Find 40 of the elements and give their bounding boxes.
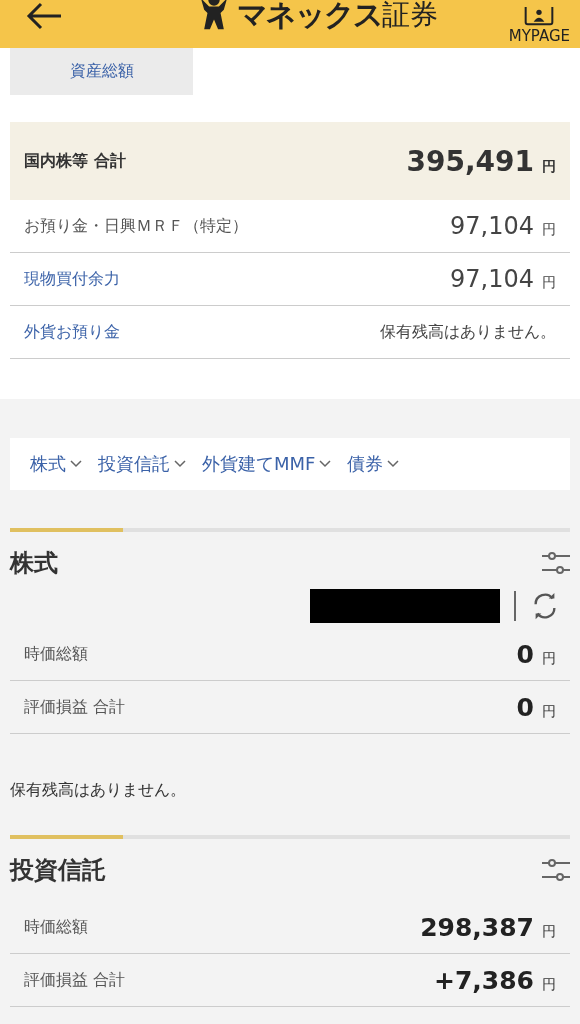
mypage-label[interactable]: MYPAGE: [508, 27, 570, 45]
balance-value: 97,104: [450, 265, 534, 293]
balance-message: 保有残高はありません。: [380, 321, 556, 343]
balance-value: 97,104: [450, 212, 534, 240]
asset-tab[interactable]: 資産総額: [10, 48, 193, 95]
category-dropdown[interactable]: 投資信託: [98, 452, 186, 476]
brand-suffix: 証券: [382, 0, 439, 31]
row-label: 時価総額: [24, 643, 88, 665]
chevron-icon[interactable]: [387, 460, 400, 468]
brand-name: マネックス: [237, 0, 383, 31]
yen-unit: 円: [542, 221, 556, 239]
row-value: 0: [516, 692, 534, 722]
balance-label: お預り金・日興ＭＲＦ（特定）: [24, 215, 248, 237]
empty-message: 保有残高はありません。: [10, 780, 187, 801]
chevron-icon[interactable]: [319, 460, 332, 468]
yen-unit: 円: [542, 702, 556, 721]
category-dropdown[interactable]: 債券: [347, 452, 400, 476]
balance-link[interactable]: 現物買付余力: [24, 268, 120, 290]
balance-link[interactable]: 外貨お預り金: [24, 321, 120, 343]
row-label: 時価総額: [24, 916, 88, 938]
summary-value: 395,491: [406, 144, 534, 178]
summary-label: 国内株等 合計: [24, 150, 126, 172]
chevron-icon[interactable]: [174, 460, 186, 468]
yen-unit: 円: [542, 274, 556, 292]
row-value: 0: [516, 639, 534, 669]
filter-icon[interactable]: [542, 552, 570, 574]
section-title: 投資信託: [10, 855, 106, 886]
row-label: 評価損益 合計: [24, 969, 126, 991]
row-label: 評価損益 合計: [24, 696, 126, 718]
filter-icon[interactable]: [542, 859, 570, 881]
category-dropdown[interactable]: 外貨建てMMF: [202, 452, 332, 476]
row-value: +7,386: [433, 965, 534, 995]
yen-unit: 円: [542, 649, 556, 668]
section-title: 株式: [10, 548, 58, 579]
chevron-icon[interactable]: [70, 460, 82, 468]
yen-unit: 円: [542, 975, 556, 994]
yen-unit: 円: [542, 157, 556, 176]
yen-unit: 円: [542, 922, 556, 941]
category-dropdown[interactable]: 株式: [30, 452, 82, 476]
row-value: 298,387: [420, 912, 534, 942]
